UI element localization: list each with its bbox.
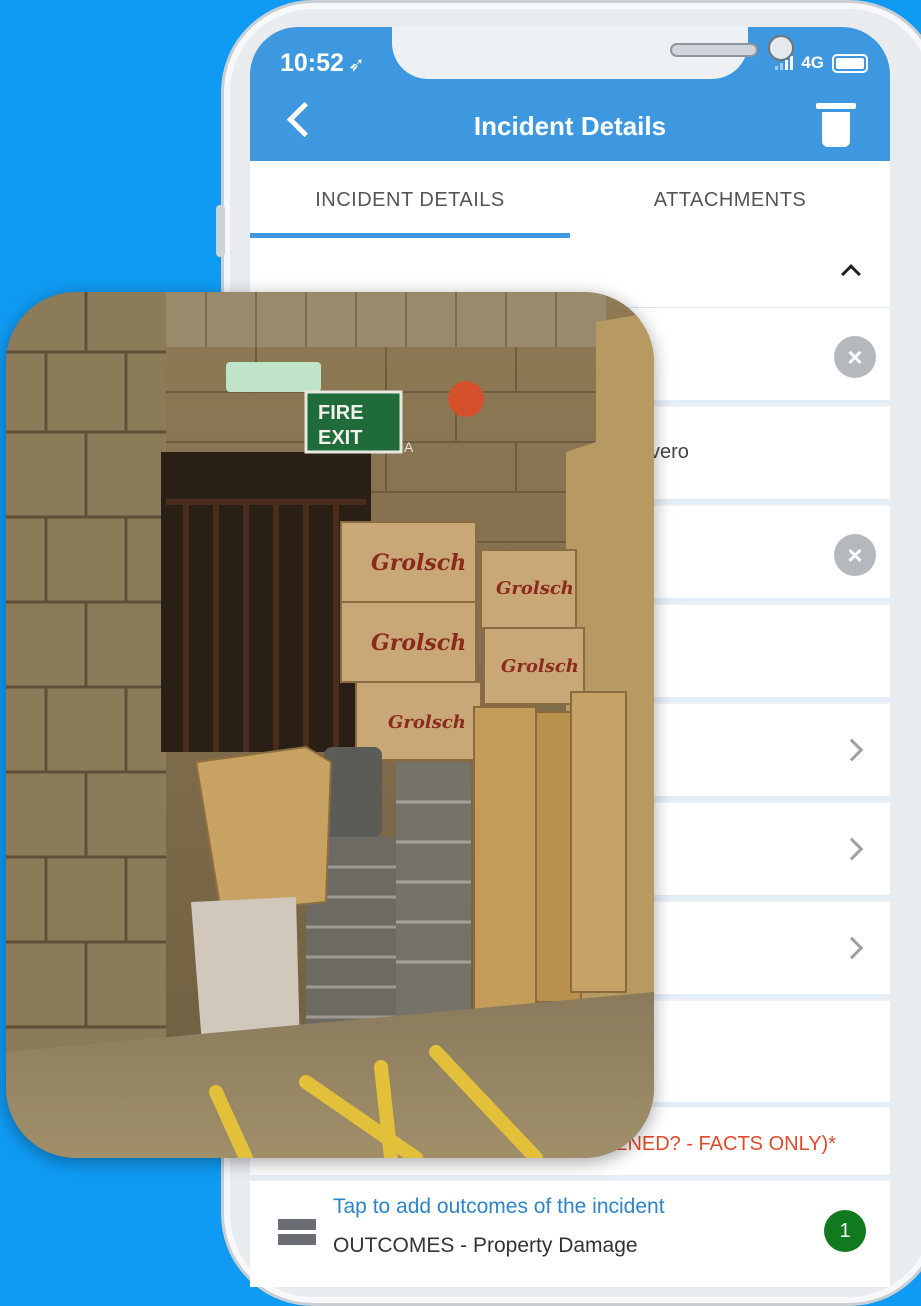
tab-attachments[interactable]: ATTACHMENTS <box>570 161 890 239</box>
tall-boxes <box>473 691 627 1028</box>
page-title: Incident Details <box>473 111 667 141</box>
tab-incident-details[interactable]: INCIDENT DETAILS <box>250 161 570 239</box>
clear-icon[interactable]: × <box>834 336 876 378</box>
phone-notch <box>392 27 794 79</box>
active-tab-indicator <box>250 233 570 238</box>
fire-exit-sign-line2: EXIT <box>318 427 362 449</box>
crate-label: Grolsch <box>388 712 466 733</box>
add-outcomes-link[interactable]: Tap to add outcomes of the incident <box>333 1195 665 1219</box>
wall-cladding <box>156 292 606 347</box>
network-label: 4G <box>801 53 824 72</box>
row-value: vero <box>650 441 689 463</box>
speaker-grille <box>670 43 758 57</box>
incident-photo: FIRE EXIT A Grolsch Grolsch Grolsch Grol… <box>6 292 654 1158</box>
location-arrow-icon: ➶ <box>347 54 365 76</box>
chevron-up-icon[interactable] <box>841 264 861 284</box>
clear-icon[interactable]: × <box>834 534 876 576</box>
fire-exit-door <box>161 452 371 752</box>
menu-icon <box>278 1219 316 1245</box>
chevron-right-icon[interactable] <box>840 837 864 861</box>
count-badge: 1 <box>824 1210 866 1252</box>
status-time-text: 10:52 <box>280 49 344 77</box>
fire-alarm <box>448 381 484 417</box>
wall-tag: A <box>404 439 414 455</box>
status-time: 10:52 ➶ <box>280 49 365 78</box>
trash-icon[interactable] <box>816 103 856 147</box>
photo-illustration: FIRE EXIT A Grolsch Grolsch Grolsch Grol… <box>6 292 654 1158</box>
outcomes-subtitle: OUTCOMES - Property Damage <box>333 1234 638 1257</box>
front-camera <box>768 35 794 61</box>
tab-bar: INCIDENT DETAILS ATTACHMENTS <box>250 161 890 239</box>
phone-side-button <box>216 205 225 257</box>
chevron-right-icon[interactable] <box>840 936 864 960</box>
crate-label: Grolsch <box>371 630 466 656</box>
battery-icon <box>832 53 868 73</box>
cardboard-box <box>194 745 333 914</box>
crate-label: Grolsch <box>501 656 579 677</box>
crate-label: Grolsch <box>496 578 574 599</box>
crate-label: Grolsch <box>371 550 466 576</box>
fire-exit-sign-line1: FIRE <box>318 402 364 424</box>
chevron-right-icon[interactable] <box>840 738 864 762</box>
outcomes-row[interactable]: Tap to add outcomes of the incident OUTC… <box>250 1181 890 1287</box>
emergency-light <box>226 362 321 392</box>
